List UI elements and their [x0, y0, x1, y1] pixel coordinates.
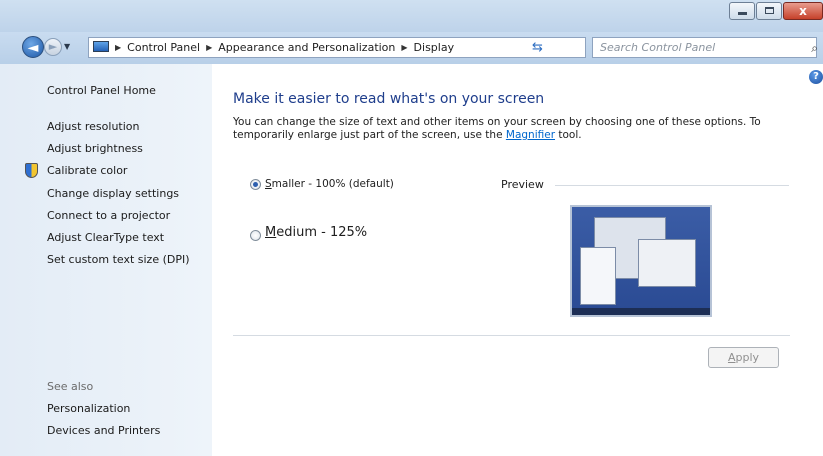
breadcrumb-appearance[interactable]: Appearance and Personalization [218, 41, 395, 54]
navigation-bar: ◄ ► ▼ ▶ Control Panel ▶ Appearance and P… [0, 32, 823, 64]
close-icon: x [799, 4, 807, 18]
sidebar-item-adjust-cleartype[interactable]: Adjust ClearType text [47, 231, 164, 244]
see-also-heading: See also [47, 380, 94, 393]
maximize-button[interactable] [756, 2, 782, 20]
maximize-icon [765, 7, 774, 14]
chevron-right-icon[interactable]: ▶ [206, 43, 212, 52]
minimize-icon [738, 12, 747, 15]
recent-pages-dropdown[interactable]: ▼ [64, 42, 70, 51]
option-smaller-text: maller - 100% (default) [271, 178, 394, 190]
description-text: You can change the size of text and othe… [233, 116, 761, 141]
preview-image [570, 205, 712, 317]
option-medium-label[interactable]: Medium - 125% [265, 225, 367, 240]
sidebar: Control Panel Home Adjust resolution Adj… [0, 64, 212, 456]
chevron-right-icon[interactable]: ▶ [401, 43, 407, 52]
caption-buttons: x [728, 2, 823, 20]
preview-taskbar [572, 308, 710, 315]
sidebar-item-devices-printers[interactable]: Devices and Printers [47, 424, 160, 437]
description-tail: tool. [555, 129, 582, 141]
back-button[interactable]: ◄ [22, 36, 44, 58]
forward-button[interactable]: ► [44, 38, 62, 56]
search-icon[interactable]: ⌕ [811, 39, 818, 58]
sidebar-item-personalization[interactable]: Personalization [47, 402, 130, 415]
help-icon[interactable]: ? [809, 70, 823, 84]
option-smaller-hotkey: S [265, 178, 272, 190]
sidebar-item-calibrate-color[interactable]: Calibrate color [47, 164, 127, 177]
page-title: Make it easier to read what's on your sc… [233, 91, 545, 107]
uac-shield-icon [25, 163, 38, 178]
sidebar-item-adjust-brightness[interactable]: Adjust brightness [47, 142, 143, 155]
apply-hotkey: A [727, 351, 736, 364]
option-smaller-label[interactable]: Smaller - 100% (default) [265, 178, 394, 190]
refresh-icon[interactable]: ⇆ [532, 40, 543, 55]
minimize-button[interactable] [729, 2, 755, 20]
apply-text: pply [735, 351, 760, 364]
search-input[interactable]: Search Control Panel ⌕ [592, 37, 818, 58]
back-arrow-icon: ◄ [27, 40, 39, 56]
breadcrumb-display[interactable]: Display [414, 41, 455, 54]
preview-label: Preview [501, 178, 550, 191]
forward-arrow-icon: ► [48, 40, 58, 53]
address-bar[interactable]: ▶ Control Panel ▶ Appearance and Persona… [88, 37, 603, 58]
option-medium-hotkey: M [265, 225, 277, 240]
sidebar-item-connect-projector[interactable]: Connect to a projector [47, 209, 170, 222]
preview-window [580, 247, 616, 305]
radio-smaller[interactable] [250, 179, 261, 190]
sidebar-item-control-panel-home[interactable]: Control Panel Home [47, 84, 156, 97]
option-medium-text: edium - 125% [276, 225, 368, 240]
breadcrumb-control-panel[interactable]: Control Panel [127, 41, 200, 54]
search-placeholder: Search Control Panel [600, 41, 716, 54]
sidebar-item-adjust-resolution[interactable]: Adjust resolution [47, 120, 140, 133]
display-monitor-icon [93, 41, 109, 52]
preview-divider [555, 185, 789, 186]
magnifier-link[interactable]: Magnifier [506, 129, 555, 141]
radio-medium[interactable] [250, 230, 261, 241]
footer-divider [233, 335, 790, 336]
page-description: You can change the size of text and othe… [233, 116, 793, 142]
sidebar-item-custom-text-size[interactable]: Set custom text size (DPI) [47, 253, 190, 266]
main-content: ? Make it easier to read what's on your … [212, 64, 823, 456]
apply-button[interactable]: Apply [708, 347, 779, 368]
preview-window [638, 239, 696, 287]
sidebar-item-change-display-settings[interactable]: Change display settings [47, 187, 179, 200]
close-button[interactable]: x [783, 2, 823, 20]
chevron-right-icon[interactable]: ▶ [115, 43, 121, 52]
title-bar: x [0, 0, 823, 32]
